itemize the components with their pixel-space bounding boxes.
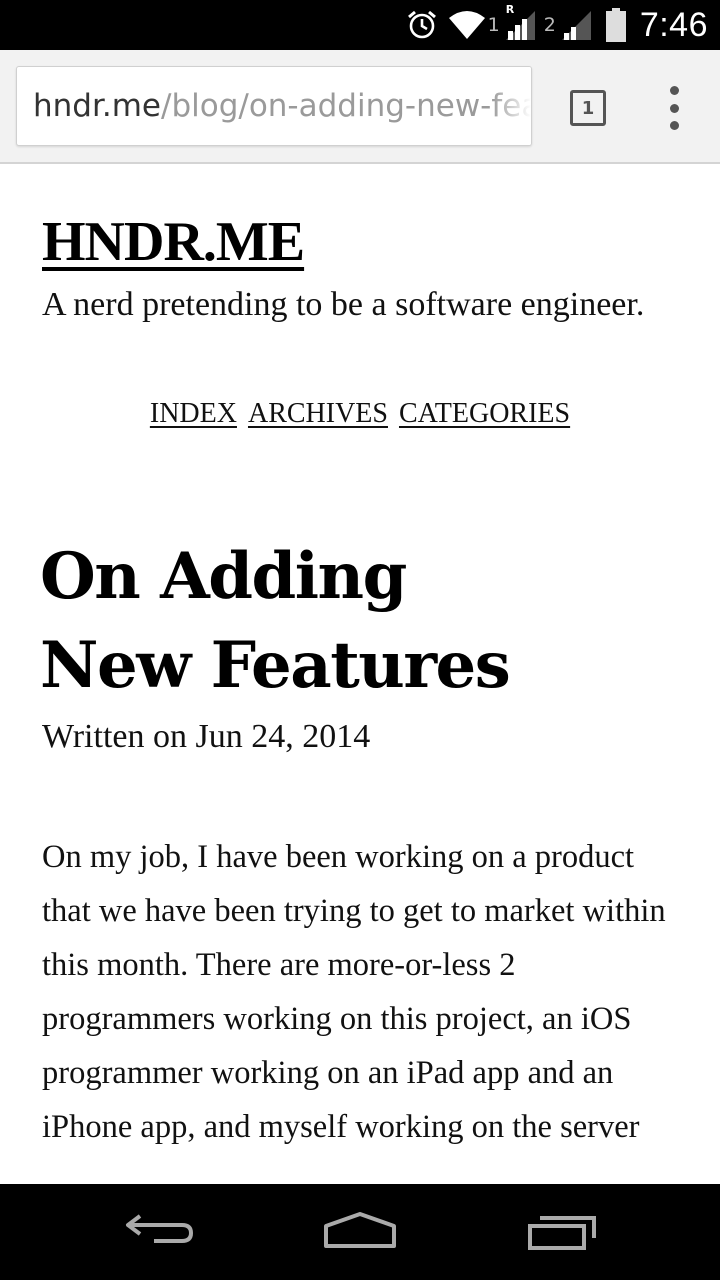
recents-icon[interactable] bbox=[526, 1208, 600, 1256]
url-path: /blog/on-adding-new-features bbox=[161, 88, 531, 124]
nav-link-archives[interactable]: ARCHIVES bbox=[248, 398, 388, 429]
browser-toolbar: hndr.me/blog/on-adding-new-features 1 bbox=[0, 50, 720, 164]
tab-count: 1 bbox=[581, 97, 595, 119]
overflow-menu-icon[interactable] bbox=[662, 86, 686, 130]
site-title-link[interactable]: HNDR.ME bbox=[42, 210, 305, 274]
battery-icon bbox=[605, 8, 626, 42]
menu-dot bbox=[669, 103, 679, 113]
url-bar[interactable]: hndr.me/blog/on-adding-new-features bbox=[16, 66, 532, 146]
back-icon[interactable] bbox=[124, 1208, 196, 1254]
status-bar: 1 R 2 7:46 bbox=[0, 0, 720, 50]
signal-icon: R bbox=[504, 3, 536, 41]
post-body: On my job, I have been working on a prod… bbox=[42, 839, 666, 1145]
site-nav: INDEX ARCHIVES CATEGORIES bbox=[0, 398, 720, 430]
sim1-label: 1 bbox=[487, 14, 500, 36]
clock: 7:46 bbox=[639, 5, 708, 44]
menu-dot bbox=[669, 121, 679, 130]
post-date: Written on Jun 24, 2014 bbox=[42, 718, 371, 755]
signal-icon bbox=[560, 9, 592, 41]
nav-link-index[interactable]: INDEX bbox=[150, 398, 237, 429]
post-title: On Adding New Features bbox=[40, 532, 680, 710]
sim2-label: 2 bbox=[543, 14, 556, 36]
post-title-line: New Features bbox=[40, 628, 511, 703]
url-fade bbox=[491, 67, 531, 145]
wifi-icon bbox=[448, 10, 486, 40]
status-icons: 1 R 2 7:46 bbox=[396, 0, 720, 50]
alarm-icon bbox=[406, 9, 438, 41]
url-host: hndr.me bbox=[33, 88, 161, 124]
web-page: HNDR.ME A nerd pretending to be a softwa… bbox=[0, 164, 720, 1184]
home-icon[interactable] bbox=[322, 1208, 398, 1256]
post-title-line: On Adding bbox=[40, 539, 407, 614]
system-nav-bar bbox=[0, 1184, 720, 1280]
site-tagline: A nerd pretending to be a software engin… bbox=[42, 286, 645, 323]
tab-switcher-button[interactable]: 1 bbox=[570, 90, 606, 126]
roaming-label: R bbox=[505, 3, 515, 16]
menu-dot bbox=[669, 86, 679, 95]
nav-link-categories[interactable]: CATEGORIES bbox=[399, 398, 570, 429]
